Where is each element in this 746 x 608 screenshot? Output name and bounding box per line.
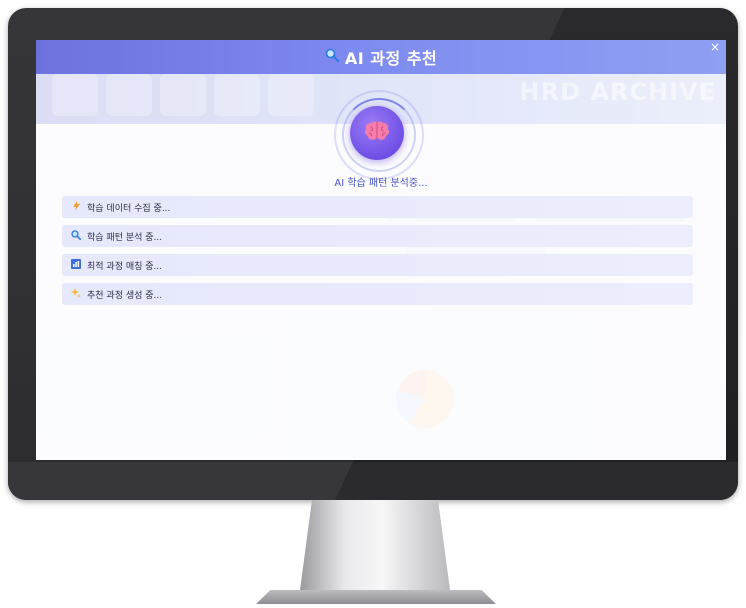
progress-step-label: 학습 패턴 분석 중... xyxy=(87,232,163,243)
close-button[interactable]: × xyxy=(708,40,722,54)
brain-icon xyxy=(364,120,390,146)
progress-step-label: 학습 데이터 수집 중... xyxy=(87,203,171,214)
modal-title: AI 과정 추천 xyxy=(344,49,438,68)
sparkle-icon xyxy=(70,287,82,301)
brain-icon-circle xyxy=(350,106,404,160)
progress-step-label: 최적 과정 매칭 중... xyxy=(87,261,163,272)
progress-step-generate: 추천 과정 생성 중... xyxy=(62,283,693,305)
monitor-screen: HRD ARCHIVE AI 과정 추천 × xyxy=(36,40,726,460)
progress-step-analyze: 학습 패턴 분석 중... xyxy=(62,225,693,247)
lightning-icon xyxy=(70,200,82,214)
analysis-status-text: AI 학습 패턴 분석중... xyxy=(334,178,428,189)
progress-steps: 학습 데이터 수집 중... 학습 패턴 분석 중... 최적 과정 매칭 중.… xyxy=(62,196,693,312)
monitor-stand-base xyxy=(256,590,496,604)
progress-step-label: 추천 과정 생성 중... xyxy=(87,290,163,301)
progress-step-match: 최적 과정 매칭 중... xyxy=(62,254,693,276)
bar-chart-icon xyxy=(70,258,82,272)
monitor-stand-neck xyxy=(300,500,450,590)
modal-title-group: AI 과정 추천 xyxy=(325,45,437,69)
magnifier-icon xyxy=(325,48,339,66)
monitor-chin xyxy=(8,462,738,500)
modal-header: AI 과정 추천 × xyxy=(36,40,726,74)
progress-step-collect: 학습 데이터 수집 중... xyxy=(62,196,693,218)
magnifier-icon xyxy=(70,229,82,243)
